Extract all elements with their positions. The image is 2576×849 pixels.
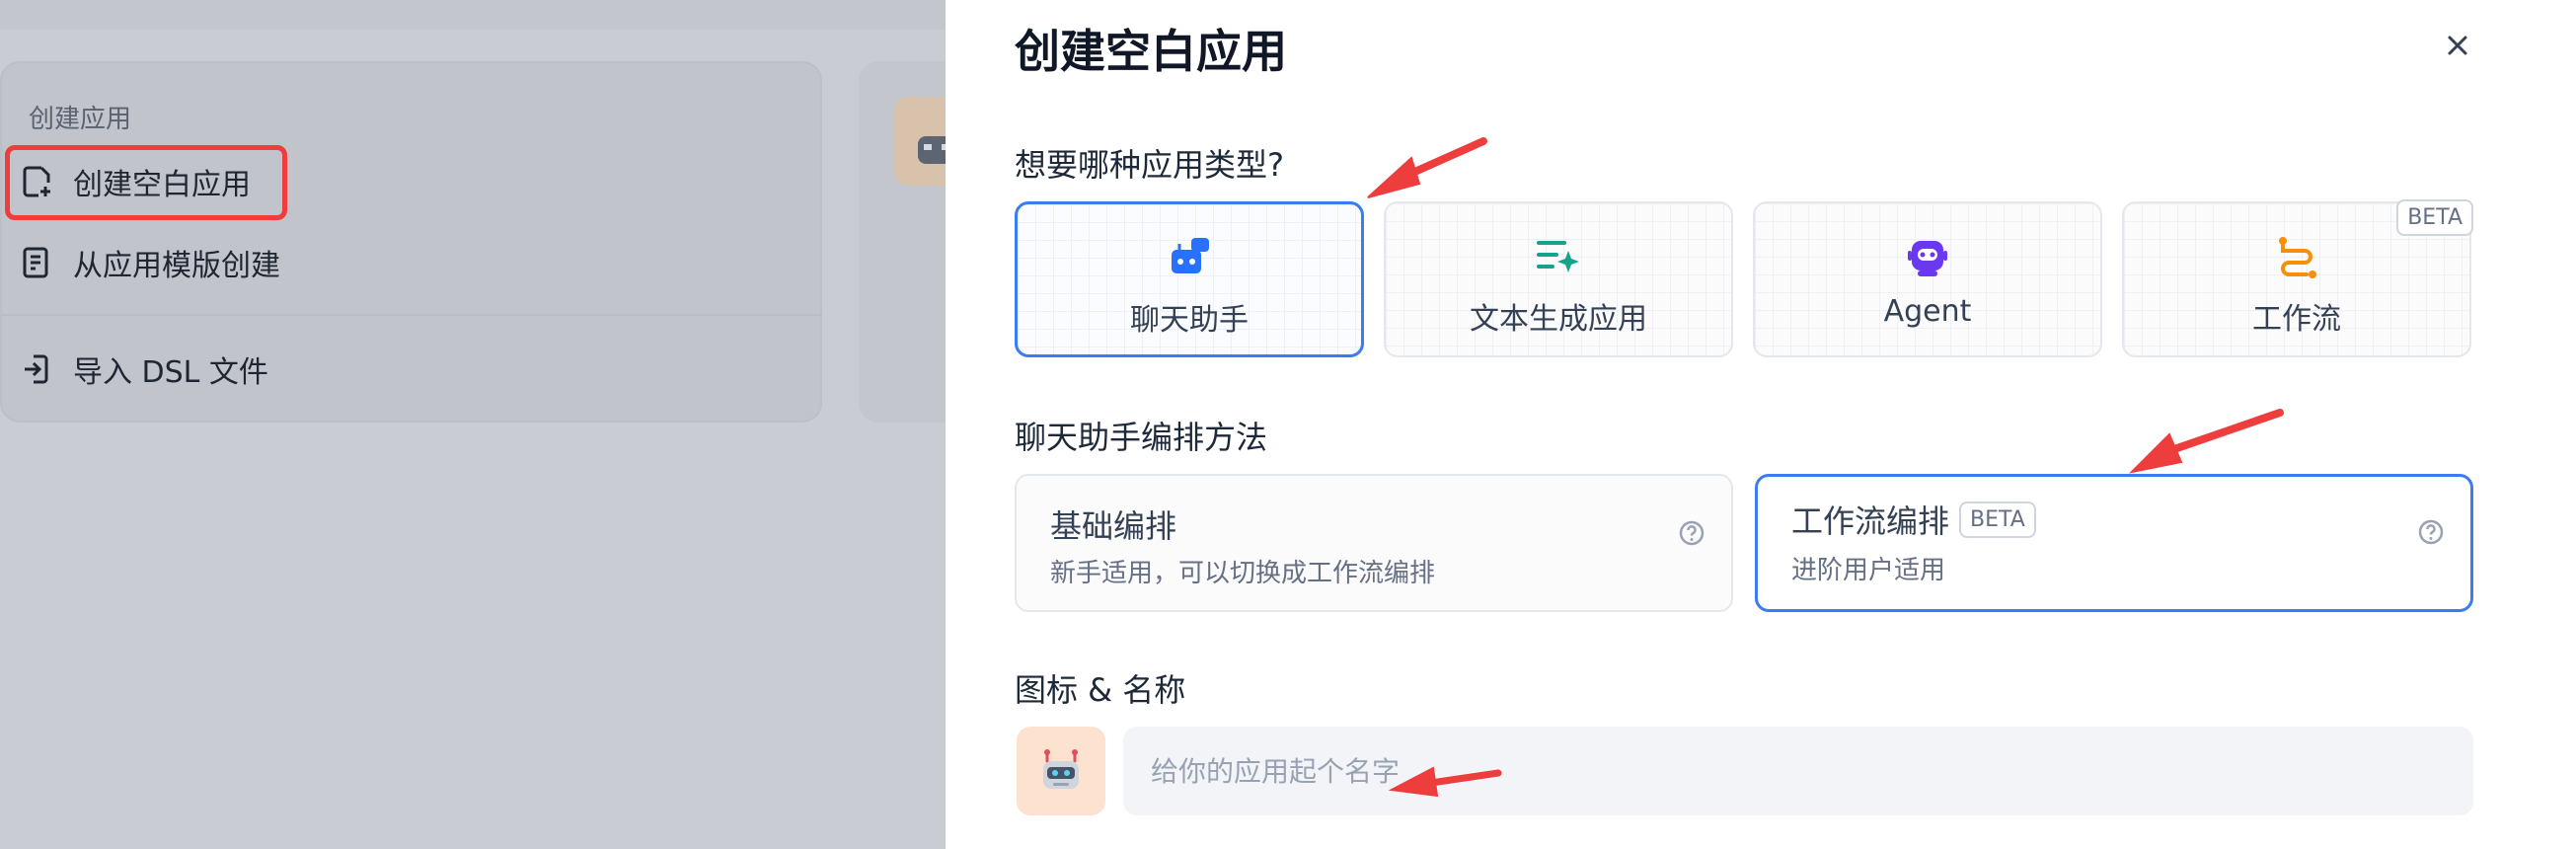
create-blank-app-modal: 创建空白应用 想要哪种应用类型? 聊天助手 文本生成应用 Agent 工作流 B… (946, 0, 2576, 849)
menu-divider (2, 314, 822, 316)
app-type-workflow[interactable]: 工作流 BETA (2122, 199, 2473, 357)
app-type-agent[interactable]: Agent (1753, 201, 2102, 357)
modal-title: 创建空白应用 (1015, 25, 1287, 78)
mode-section-label: 聊天助手编排方法 (1015, 419, 1268, 456)
menu-item-label: 导入 DSL 文件 (73, 355, 268, 390)
menu-item-import-dsl[interactable]: 导入 DSL 文件 (22, 347, 268, 391)
import-icon (22, 352, 51, 386)
agent-robot-icon (1908, 241, 1947, 276)
app-icon-picker[interactable] (1017, 727, 1105, 815)
app-type-text-generation[interactable]: 文本生成应用 (1384, 201, 1733, 357)
mode-workflow[interactable]: 工作流编排 BETA 进阶用户适用 (1755, 474, 2473, 612)
mode-description: 进阶用户适用 (1791, 556, 1946, 585)
help-icon[interactable] (1678, 519, 1705, 547)
mode-title: 基础编排 (1050, 507, 1177, 545)
name-section-label: 图标 & 名称 (1015, 671, 1186, 709)
app-type-section-label: 想要哪种应用类型? (1015, 146, 1284, 184)
app-type-label: 聊天助手 (1130, 303, 1249, 338)
create-app-menu: 创建应用 创建空白应用 从应用模版创建 导入 DSL 文件 (0, 61, 822, 423)
menu-item-from-template[interactable]: 从应用模版创建 (22, 241, 280, 284)
workflow-icon (2279, 237, 2316, 278)
robot-avatar-icon (1043, 749, 1079, 789)
menu-heading: 创建应用 (29, 105, 132, 134)
help-icon[interactable] (2417, 518, 2445, 546)
app-type-chat-assistant[interactable]: 聊天助手 (1015, 201, 1364, 357)
menu-item-label: 从应用模版创建 (73, 249, 280, 283)
annotation-highlight-box (5, 145, 287, 220)
chat-bot-icon (1172, 238, 1209, 273)
beta-badge: BETA (2396, 199, 2473, 236)
app-type-label: Agent (1883, 294, 1972, 329)
text-generation-icon (1537, 241, 1579, 272)
mode-title: 工作流编排 BETA (1791, 497, 2036, 542)
app-type-label: 工作流 (2252, 302, 2341, 337)
close-icon (2448, 36, 2467, 55)
template-icon (22, 246, 51, 279)
mode-basic[interactable]: 基础编排 新手适用，可以切换成工作流编排 (1015, 474, 1733, 612)
app-name-input[interactable] (1123, 727, 2473, 815)
beta-badge: BETA (1959, 501, 2036, 538)
app-type-label: 文本生成应用 (1470, 302, 1647, 337)
close-button[interactable] (2436, 24, 2479, 67)
mode-description: 新手适用，可以切换成工作流编排 (1050, 559, 1436, 588)
